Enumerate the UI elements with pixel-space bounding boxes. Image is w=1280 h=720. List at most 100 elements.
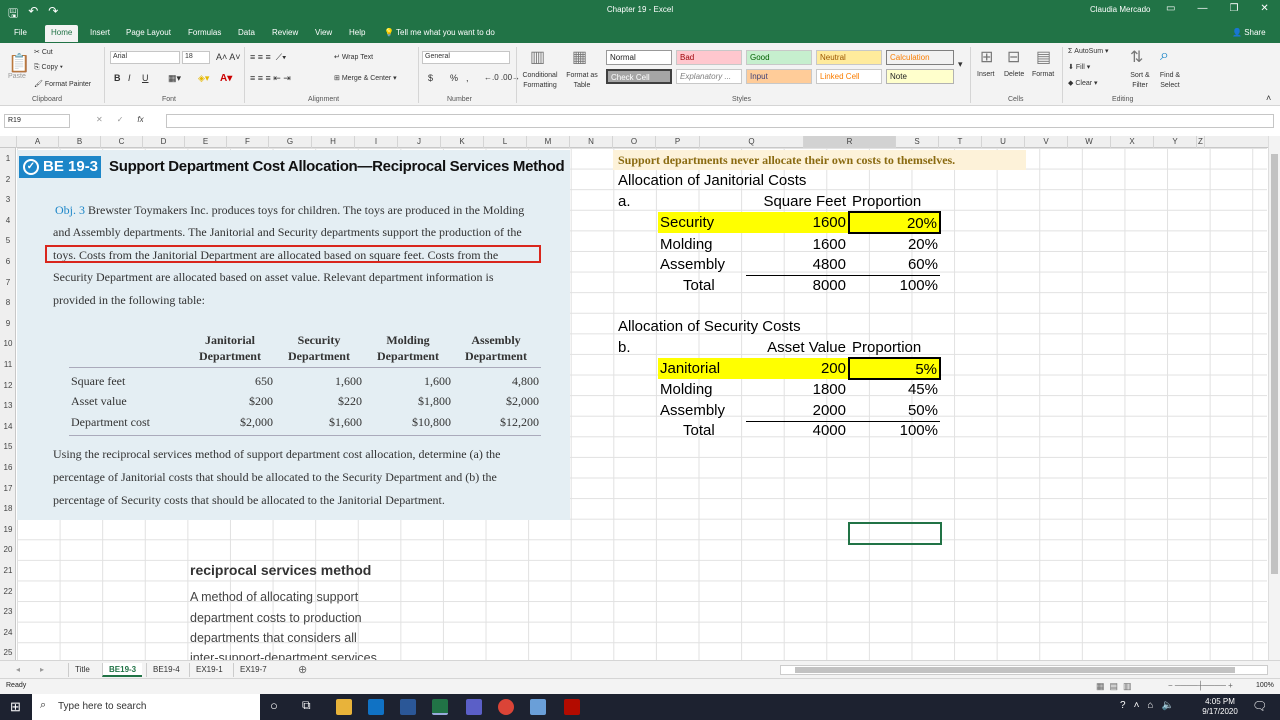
- word-icon[interactable]: [400, 699, 416, 715]
- column-header-n[interactable]: N: [570, 136, 613, 148]
- font-name-select[interactable]: Arial: [110, 51, 180, 64]
- function-icon[interactable]: fx: [137, 115, 143, 124]
- horizontal-scroll-thumb[interactable]: [795, 667, 1235, 673]
- windows-start-icon[interactable]: ⊞: [10, 699, 21, 715]
- format-cells-button[interactable]: Format: [1032, 71, 1054, 78]
- row-header-1[interactable]: 1: [0, 154, 16, 163]
- outlook-icon[interactable]: [368, 699, 384, 715]
- column-header-l[interactable]: L: [484, 136, 527, 148]
- conditional-formatting-button[interactable]: Conditional Formatting: [518, 71, 562, 91]
- column-header-d[interactable]: D: [143, 136, 185, 148]
- column-header-i[interactable]: I: [355, 136, 398, 148]
- column-header-g[interactable]: G: [269, 136, 312, 148]
- section-a-row-security[interactable]: Security 1600: [658, 212, 848, 233]
- row-header-2[interactable]: 2: [0, 175, 16, 184]
- minimize-icon[interactable]: —: [1197, 3, 1207, 14]
- sheet-tab-be19-4[interactable]: BE19-4: [146, 663, 186, 677]
- column-header-o[interactable]: O: [613, 136, 656, 148]
- select-all-corner[interactable]: [0, 136, 17, 148]
- row-header-24[interactable]: 24: [0, 628, 16, 637]
- style-good[interactable]: Good: [746, 50, 812, 65]
- prev-sheet-icon[interactable]: ◂: [10, 663, 26, 677]
- sheet-tab-ex19-7[interactable]: EX19-7: [233, 663, 273, 677]
- tab-view[interactable]: View: [315, 28, 332, 37]
- column-header-b[interactable]: B: [59, 136, 101, 148]
- fill-color-icon[interactable]: ◈▾: [198, 73, 209, 84]
- borders-icon[interactable]: ▦▾: [168, 73, 181, 84]
- align-left-icons[interactable]: ≡ ≡ ≡ ⇤ ⇥: [250, 73, 291, 84]
- cancel-icon[interactable]: ✕: [96, 115, 103, 124]
- row-header-15[interactable]: 15: [0, 442, 16, 451]
- collapse-ribbon-icon[interactable]: ˄: [1266, 93, 1271, 103]
- row-header-18[interactable]: 18: [0, 504, 16, 513]
- section-b-row-janitorial[interactable]: Janitorial 200: [658, 358, 848, 379]
- selected-cell-r19[interactable]: [848, 522, 942, 545]
- row-header-20[interactable]: 20: [0, 545, 16, 554]
- find-select-button[interactable]: Find & Select: [1154, 71, 1186, 91]
- section-a-row-security-prop[interactable]: 20%: [848, 211, 941, 234]
- row-header-12[interactable]: 12: [0, 381, 16, 390]
- teams-icon[interactable]: [466, 699, 482, 715]
- zoom-level[interactable]: 100%: [1256, 682, 1274, 689]
- percent-button[interactable]: %: [450, 73, 458, 83]
- row-header-23[interactable]: 23: [0, 607, 16, 616]
- tab-home[interactable]: Home: [45, 25, 79, 42]
- name-box[interactable]: R19: [4, 114, 70, 128]
- style-input[interactable]: Input: [746, 69, 812, 84]
- notifications-icon[interactable]: 🗨: [1252, 699, 1267, 713]
- column-header-a[interactable]: A: [17, 136, 59, 148]
- copy-button[interactable]: ⎘ Copy ▾: [34, 64, 63, 72]
- tab-data[interactable]: Data: [238, 28, 255, 37]
- vertical-scroll-thumb[interactable]: [1271, 154, 1278, 574]
- column-header-h[interactable]: H: [312, 136, 355, 148]
- vertical-scrollbar[interactable]: [1268, 136, 1280, 660]
- paste-icon[interactable]: 📋: [8, 53, 30, 74]
- row-header-5[interactable]: 5: [0, 236, 16, 245]
- column-header-v[interactable]: V: [1025, 136, 1068, 148]
- row-header-21[interactable]: 21: [0, 566, 16, 575]
- style-neutral[interactable]: Neutral: [816, 50, 882, 65]
- format-painter-button[interactable]: 🖌 Format Painter: [34, 80, 91, 88]
- task-view-icon[interactable]: ⧉: [302, 698, 311, 713]
- format-table-icon[interactable]: ▦: [572, 47, 587, 67]
- font-color-icon[interactable]: A▾: [220, 73, 232, 84]
- row-header-9[interactable]: 9: [0, 319, 16, 328]
- excel-icon[interactable]: [432, 699, 448, 715]
- format-as-table-button[interactable]: Format as Table: [563, 71, 601, 91]
- chrome-icon[interactable]: [498, 699, 514, 715]
- next-sheet-icon[interactable]: ▸: [34, 663, 50, 677]
- row-header-22[interactable]: 22: [0, 587, 16, 596]
- align-top-icons[interactable]: ≡ ≡ ≡ ⟋▾: [250, 52, 286, 63]
- italic-button[interactable]: I: [128, 73, 131, 83]
- formula-input[interactable]: [166, 114, 1274, 128]
- row-header-25[interactable]: 25: [0, 648, 16, 657]
- tell-me-search[interactable]: 💡 Tell me what you want to do: [384, 28, 495, 37]
- wrap-text-button[interactable]: ↵ Wrap Text: [334, 53, 373, 61]
- find-select-icon[interactable]: ⌕: [1160, 47, 1169, 65]
- style-note[interactable]: Note: [886, 69, 954, 84]
- calculator-icon[interactable]: [530, 699, 546, 715]
- decimal-icons[interactable]: ←.0 .00→: [484, 73, 520, 82]
- tab-help[interactable]: Help: [349, 28, 365, 37]
- volume-icon[interactable]: 🔈: [1161, 700, 1173, 711]
- clear-button[interactable]: ◆ Clear ▾: [1068, 79, 1098, 87]
- fill-button[interactable]: ⬇ Fill ▾: [1068, 63, 1090, 71]
- currency-button[interactable]: $: [428, 73, 433, 83]
- column-header-k[interactable]: K: [441, 136, 484, 148]
- sheet-tab-title[interactable]: Title: [68, 663, 96, 677]
- number-format-select[interactable]: General: [422, 51, 510, 64]
- column-header-y[interactable]: Y: [1154, 136, 1197, 148]
- underline-button[interactable]: U: [142, 73, 149, 83]
- column-header-s[interactable]: S: [896, 136, 939, 148]
- insert-cells-icon[interactable]: ⊞: [980, 47, 993, 67]
- maximize-icon[interactable]: ❐: [1229, 3, 1238, 14]
- column-header-c[interactable]: C: [101, 136, 143, 148]
- tab-page-layout[interactable]: Page Layout: [126, 28, 171, 37]
- delete-cells-icon[interactable]: ⊟: [1007, 47, 1020, 67]
- column-header-p[interactable]: P: [656, 136, 700, 148]
- column-header-t[interactable]: T: [939, 136, 982, 148]
- row-header-19[interactable]: 19: [0, 525, 16, 534]
- tab-file[interactable]: File: [14, 28, 27, 37]
- column-header-w[interactable]: W: [1068, 136, 1111, 148]
- styles-more-icon[interactable]: ▾: [958, 59, 963, 70]
